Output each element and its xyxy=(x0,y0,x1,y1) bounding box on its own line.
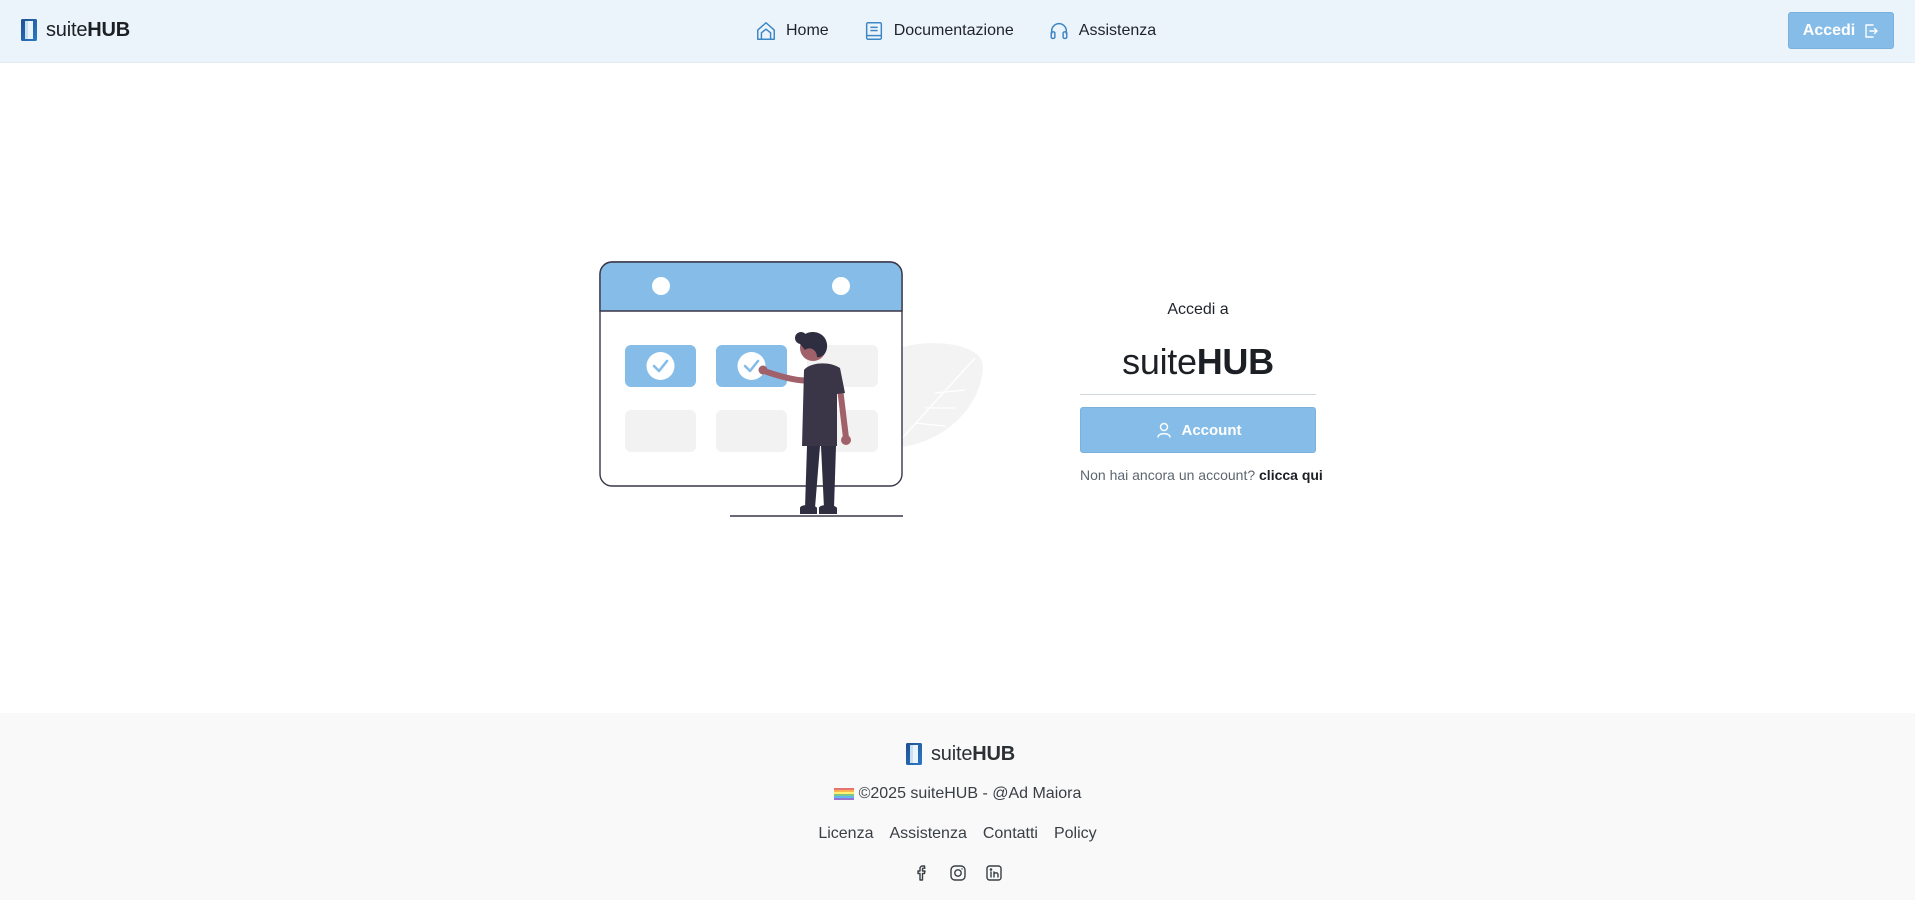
nav-documentazione[interactable]: Documentazione xyxy=(863,17,1014,45)
login-panel: Accedi a suiteHUB Account Non hai ancora… xyxy=(1080,300,1323,483)
footer-link-licenza[interactable]: Licenza xyxy=(818,825,873,843)
account-button-label: Account xyxy=(1181,421,1242,439)
logo-icon xyxy=(21,19,37,41)
signup-prompt-text: Non hai ancora un account? xyxy=(1080,467,1256,483)
footer-brand-name: suiteHUB xyxy=(931,742,1015,765)
book-icon xyxy=(865,22,882,40)
brand-logo-link[interactable]: suiteHUB xyxy=(20,17,130,43)
user-icon xyxy=(1156,422,1171,438)
footer: suiteHUB ©2025 suiteHUB - @Ad Maiora Lic… xyxy=(0,713,1915,900)
footer-brand[interactable]: suiteHUB xyxy=(905,741,1015,767)
nav-assistenza-label: Assistenza xyxy=(1078,22,1157,39)
nav-home[interactable]: Home xyxy=(755,17,829,45)
login-title: suiteHUB xyxy=(1122,341,1274,382)
instagram-icon[interactable] xyxy=(948,863,968,883)
copyright-text: ©2025 suiteHUB - @Ad Maiora xyxy=(858,785,1082,802)
footer-link-policy[interactable]: Policy xyxy=(1054,825,1097,843)
nav-assistenza[interactable]: Assistenza xyxy=(1048,17,1156,45)
rainbow-flag-icon xyxy=(833,788,854,800)
logo-icon xyxy=(906,743,922,765)
calendar-illustration xyxy=(599,261,984,517)
top-navbar: suiteHUB Home Documentazione Assistenza … xyxy=(0,0,1915,63)
divider xyxy=(1080,394,1316,395)
nav-documentazione-label: Documentazione xyxy=(893,22,1014,39)
footer-link-contatti[interactable]: Contatti xyxy=(983,825,1038,843)
brand-name: suiteHUB xyxy=(46,18,130,41)
footer-social xyxy=(0,863,1915,883)
login-subtitle: Accedi a xyxy=(1167,301,1229,318)
home-icon xyxy=(757,22,775,40)
linkedin-icon[interactable] xyxy=(984,863,1004,883)
main-nav: Home Documentazione Assistenza xyxy=(755,17,1156,45)
account-login-button[interactable]: Account xyxy=(1080,407,1316,453)
footer-links: Licenza Assistenza Contatti Policy xyxy=(0,825,1915,843)
signup-prompt: Non hai ancora un account? clicca qui xyxy=(1080,467,1323,483)
signup-link[interactable]: clicca qui xyxy=(1259,467,1323,483)
login-icon xyxy=(1865,23,1878,38)
facebook-icon[interactable] xyxy=(912,863,932,883)
footer-link-assistenza[interactable]: Assistenza xyxy=(889,825,966,843)
nav-home-label: Home xyxy=(786,22,829,39)
header-login-label: Accedi xyxy=(1802,21,1856,39)
headphones-icon xyxy=(1050,23,1068,40)
header-login-button[interactable]: Accedi xyxy=(1788,12,1894,49)
footer-copyright: ©2025 suiteHUB - @Ad Maiora xyxy=(0,785,1915,803)
